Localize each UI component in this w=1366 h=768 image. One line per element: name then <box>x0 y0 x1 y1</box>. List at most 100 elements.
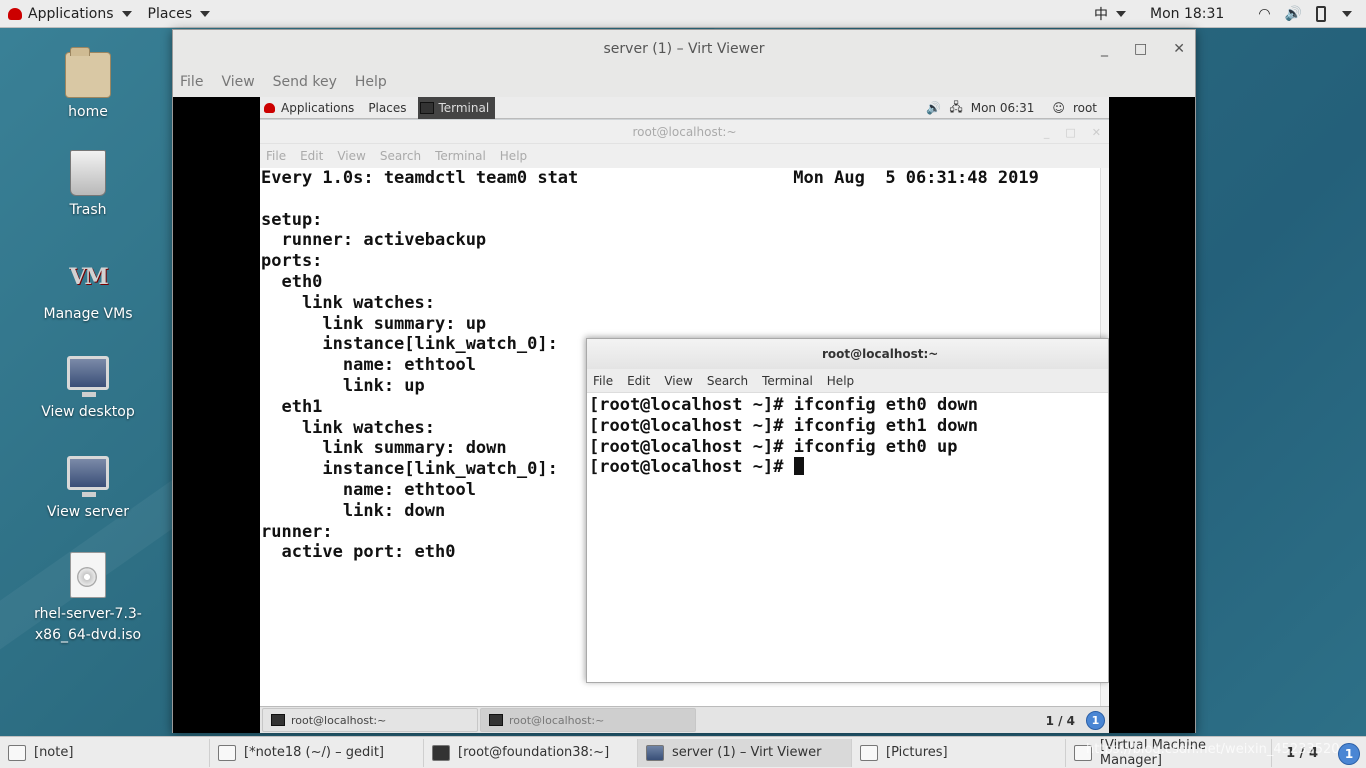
menu-edit[interactable]: Edit <box>627 374 650 388</box>
menu-help[interactable]: Help <box>355 74 387 90</box>
wifi-icon: ◠ <box>1258 6 1271 22</box>
close-button[interactable]: ✕ <box>1173 41 1185 57</box>
chevron-down-icon <box>1116 11 1127 17</box>
menu-terminal[interactable]: Terminal <box>762 374 813 388</box>
terminal-titlebar[interactable]: root@localhost:~ _ □ ✕ <box>260 120 1109 144</box>
minimize-button[interactable]: _ <box>1044 126 1050 139</box>
guest-notification-icon[interactable]: 1 <box>1086 711 1105 730</box>
menu-file[interactable]: File <box>593 374 613 388</box>
menu-send-key[interactable]: Send key <box>273 74 337 90</box>
status-menu[interactable]: ◠ 🔊 <box>1250 0 1366 28</box>
network-icon: 🖧 <box>949 99 963 114</box>
terminal-line: [root@localhost ~]# ifconfig eth0 down <box>589 395 978 415</box>
chevron-down-icon <box>121 10 132 17</box>
desktop-icon-label: home <box>68 104 108 120</box>
desktop-icon-label: Trash <box>69 202 107 218</box>
clock-label: Mon 18:31 <box>1150 6 1225 22</box>
guest-desktop: Applications Places Terminal 🔊 🖧 Mon 06:… <box>260 97 1109 733</box>
redhat-logo-icon <box>8 7 22 20</box>
terminal-titlebar[interactable]: root@localhost:~ <box>587 339 1108 369</box>
menu-file[interactable]: File <box>180 74 203 90</box>
host-task-pictures[interactable]: [Pictures] <box>852 738 1066 767</box>
desktop-icon-manage-vms[interactable]: VM Manage VMs <box>28 254 148 322</box>
virt-manager-icon: VM <box>69 264 108 290</box>
host-task-gedit[interactable]: [*note18 (~/) – gedit] <box>210 738 424 767</box>
watermark-text: https://blog.csdn.net/weixin_45233520 <box>1086 742 1340 757</box>
menu-help[interactable]: Help <box>500 149 527 163</box>
window-controls: _ □ ✕ <box>1101 30 1185 68</box>
vm-display[interactable]: Applications Places Terminal 🔊 🖧 Mon 06:… <box>173 97 1195 733</box>
terminal-icon <box>420 101 435 114</box>
menu-help[interactable]: Help <box>827 374 854 388</box>
guest-applications-menu[interactable]: Applications <box>260 101 354 115</box>
host-task-label: [note] <box>34 745 74 760</box>
maximize-button[interactable]: □ <box>1065 126 1075 139</box>
terminal-line: link watches: <box>261 292 435 313</box>
menu-edit[interactable]: Edit <box>300 149 323 163</box>
monitor-icon <box>67 356 109 397</box>
guest-applications-label: Applications <box>281 100 355 115</box>
input-method-indicator[interactable]: 中 <box>1086 0 1142 28</box>
menu-view[interactable]: View <box>664 374 692 388</box>
menu-view[interactable]: View <box>337 149 365 163</box>
system-tray: 中 Mon 18:31 ◠ 🔊 <box>1086 0 1366 28</box>
guest-workspace-pager[interactable]: 1 / 4 <box>1046 707 1075 733</box>
guest-system-tray: 🔊 🖧 Mon 06:31 ☺ root <box>926 97 1109 119</box>
applications-label: Applications <box>28 5 114 22</box>
menu-search[interactable]: Search <box>707 374 748 388</box>
maximize-button[interactable]: □ <box>1134 41 1147 57</box>
terminal-title: root@localhost:~ <box>822 347 939 361</box>
terminal-window-commands: root@localhost:~ File Edit View Search T… <box>586 338 1109 683</box>
guest-user-menu[interactable]: root <box>1073 101 1097 115</box>
applications-menu[interactable]: Applications <box>0 0 140 28</box>
monitor-icon <box>646 744 664 761</box>
terminal-icon <box>489 714 503 726</box>
host-notification-icon[interactable]: 1 <box>1338 743 1360 765</box>
terminal-line: [root@localhost ~]# ifconfig eth0 up <box>589 436 958 457</box>
terminal-menubar: File Edit View Search Terminal Help <box>587 369 1108 393</box>
monitor-icon <box>67 456 109 497</box>
terminal-line: ports: <box>261 251 323 272</box>
desktop-icon-view-server[interactable]: View server <box>28 456 148 520</box>
places-menu[interactable]: Places <box>140 0 219 28</box>
desktop-icon-trash[interactable]: Trash <box>28 150 148 218</box>
desktop-icon-view-desktop[interactable]: View desktop <box>28 356 148 420</box>
text-cursor <box>793 457 804 476</box>
virt-viewer-titlebar[interactable]: server (1) – Virt Viewer _ □ ✕ <box>173 30 1195 68</box>
window-controls: _ □ ✕ <box>1044 120 1101 144</box>
guest-task-terminal-2[interactable]: root@localhost:~ <box>480 708 696 732</box>
terminal-prompt-line[interactable]: [root@localhost ~]# <box>589 457 1108 478</box>
host-task-terminal[interactable]: [root@foundation38:~] <box>424 738 638 767</box>
close-button[interactable]: ✕ <box>1092 126 1101 139</box>
volume-icon: 🔊 <box>926 101 942 115</box>
trash-icon <box>70 150 106 196</box>
chevron-down-icon <box>200 10 211 17</box>
clock[interactable]: Mon 18:31 <box>1142 0 1250 28</box>
host-task-note[interactable]: [note] <box>0 738 210 767</box>
host-task-virt-viewer[interactable]: server (1) – Virt Viewer <box>638 738 852 767</box>
input-method-label: 中 <box>1094 7 1109 23</box>
guest-places-menu[interactable]: Places <box>368 101 406 115</box>
desktop-icon-rhel-iso[interactable]: rhel-server-7.3- x86_64-dvd.iso <box>28 552 148 646</box>
guest-clock[interactable]: Mon 06:31 <box>971 101 1035 115</box>
menu-view[interactable]: View <box>221 74 254 90</box>
redhat-logo-icon <box>264 102 275 113</box>
guest-terminal-label: Terminal <box>438 100 490 115</box>
menu-file[interactable]: File <box>266 149 286 163</box>
desktop-icon-home[interactable]: home <box>28 47 148 120</box>
menu-terminal[interactable]: Terminal <box>435 149 486 163</box>
guest-taskbar: root@localhost:~ root@localhost:~ 1 / 4 … <box>260 706 1109 733</box>
terminal-output[interactable]: [root@localhost ~]# ifconfig eth0 down [r… <box>587 393 1108 478</box>
guest-terminal-app-menu[interactable]: Terminal <box>418 97 496 119</box>
terminal-icon <box>432 744 450 761</box>
minimize-button[interactable]: _ <box>1101 41 1108 57</box>
desktop-icon-label: Manage VMs <box>43 306 133 322</box>
battery-icon <box>1316 6 1326 22</box>
virt-viewer-menubar: File View Send key Help <box>173 68 1195 96</box>
guest-task-terminal-1[interactable]: root@localhost:~ <box>262 708 478 732</box>
terminal-line: Every 1.0s: teamdctl team0 stat Mon Aug … <box>261 168 1039 188</box>
home-folder-icon <box>65 47 111 98</box>
desktop-icon-label: View desktop <box>41 404 135 420</box>
menu-search[interactable]: Search <box>380 149 421 163</box>
